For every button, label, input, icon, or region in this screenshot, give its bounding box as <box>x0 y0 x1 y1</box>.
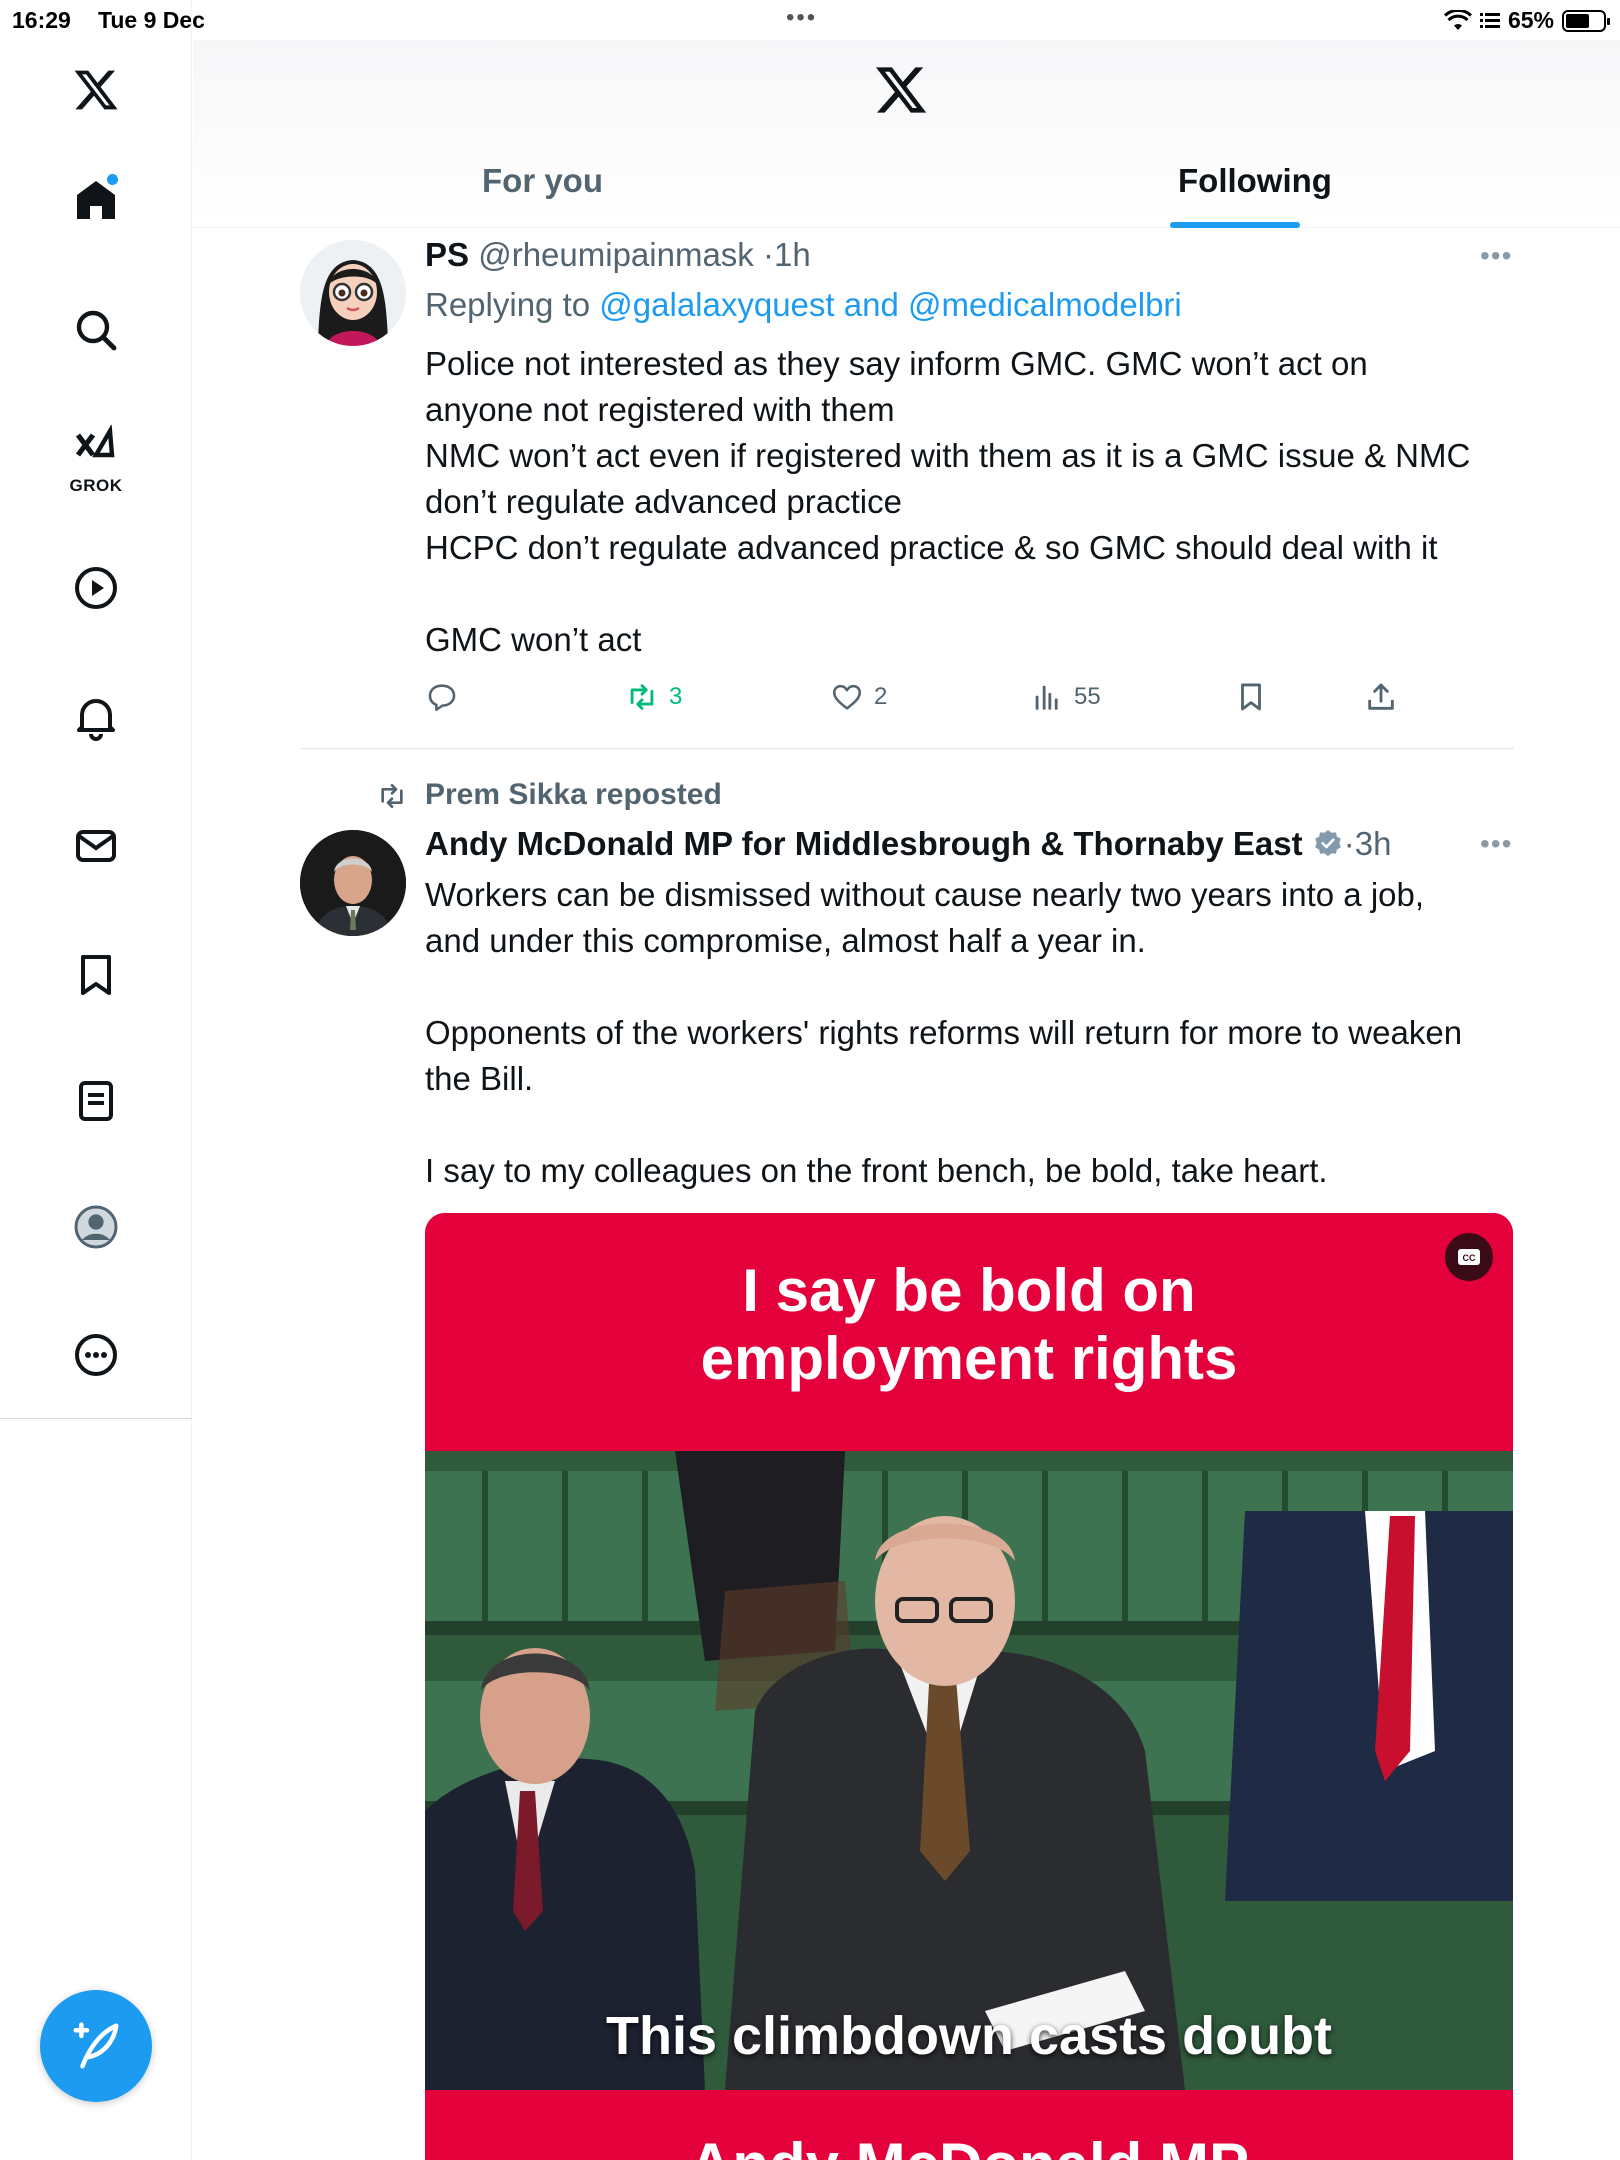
bookmark-button[interactable] <box>1234 680 1268 714</box>
captions-button[interactable]: CC <box>1445 1233 1493 1281</box>
retweet-icon <box>630 684 654 710</box>
reply-button[interactable] <box>425 680 469 714</box>
tab-for-you[interactable]: For you <box>482 162 603 200</box>
status-right: 65% <box>1443 7 1610 34</box>
more-options-icon[interactable]: ••• <box>1480 828 1512 860</box>
lists-icon[interactable] <box>65 1070 127 1132</box>
replying-handles[interactable]: @galalaxyquest and @medicalmodelbri <box>599 286 1181 323</box>
x-logo-icon[interactable] <box>65 59 127 121</box>
tweet-time[interactable]: 3h <box>1355 825 1392 862</box>
views-count: 55 <box>1074 683 1101 710</box>
share-button[interactable] <box>1364 680 1398 714</box>
more-icon[interactable] <box>65 1324 127 1386</box>
replying-prefix: Replying to <box>425 286 591 323</box>
video-headline-line: employment rights <box>700 1325 1238 1392</box>
dot-separator: · <box>1343 825 1355 862</box>
sidebar: GROK <box>0 0 192 2160</box>
tweet-text-blank <box>425 1102 1525 1148</box>
wifi-icon <box>1443 9 1472 30</box>
grok-icon[interactable] <box>65 418 127 480</box>
video-headline: I say be bold on employment rights <box>425 1257 1513 1393</box>
tweet-separator <box>300 748 1514 749</box>
tweet-header: PS @rheumipainmask ·1h <box>425 236 811 274</box>
share-icon <box>1368 683 1394 710</box>
retweet-button[interactable]: 3 <box>625 680 682 714</box>
tweet-text-line: I say to my colleagues on the front benc… <box>425 1152 1328 1189</box>
repost-icon <box>376 780 408 817</box>
battery-icon <box>1562 9 1610 32</box>
video-caption: This climbdown casts doubt <box>605 2006 1333 2066</box>
dot-separator: · <box>762 236 774 273</box>
home-notification-dot <box>107 174 118 185</box>
tweet-text-line: GMC won’t act <box>425 621 642 658</box>
orientation-lock-icon <box>1479 12 1500 28</box>
reply-icon <box>428 684 456 712</box>
timeline-header: For you Following <box>193 40 1620 228</box>
battery-fill <box>1566 13 1589 28</box>
replying-to: Replying to @galalaxyquest and @medicalm… <box>425 286 1182 324</box>
compose-icon <box>73 2022 119 2069</box>
tweet-header: Andy McDonald MP for Middlesbrough & Tho… <box>425 825 1391 863</box>
tweet-text-line: the Bill. <box>425 1060 534 1097</box>
like-button[interactable]: 2 <box>830 680 887 714</box>
tweet-text-line: Opponents of the workers' rights reforms… <box>425 1014 1463 1051</box>
verified-badge-icon <box>1314 830 1341 857</box>
compose-button[interactable] <box>40 1990 152 2102</box>
tweet-time[interactable]: 1h <box>774 236 811 273</box>
views-button[interactable]: 55 <box>1030 680 1101 714</box>
avatar[interactable] <box>300 240 406 346</box>
author-name[interactable]: Andy McDonald MP for Middlesbrough & Tho… <box>425 825 1303 862</box>
like-count: 2 <box>874 683 888 710</box>
video-icon[interactable] <box>65 557 127 619</box>
more-options-icon[interactable]: ••• <box>1480 240 1512 272</box>
author-name[interactable]: PS <box>425 236 469 273</box>
tweet-text-blank <box>425 571 1525 617</box>
tab-following[interactable]: Following <box>1178 162 1332 200</box>
video-bottom-text: Andy McDonald MP <box>425 2130 1513 2160</box>
tweet-text: Workers can be dismissed without cause n… <box>425 872 1525 1194</box>
video-frame <box>425 1451 1513 2090</box>
battery-percent: 65% <box>1507 7 1554 33</box>
tweet-text-line: Workers can be dismissed without cause n… <box>425 876 1425 913</box>
tweet-text-line: Police not interested as they say inform… <box>425 345 1368 382</box>
avatar[interactable] <box>300 830 406 936</box>
grok-label: GROK <box>69 476 123 495</box>
status-bar: 16:29 Tue 9 Dec ••• 65% <box>0 0 1620 40</box>
sidebar-divider <box>0 1418 192 1419</box>
cc-icon: CC <box>1458 1249 1480 1265</box>
cc-label: CC <box>1463 1253 1476 1263</box>
video-media[interactable]: I say be bold on employment rights CC Th… <box>425 1213 1513 2160</box>
x-logo-icon[interactable] <box>873 62 929 118</box>
multitasking-dots-icon[interactable]: ••• <box>786 4 817 32</box>
tweet-text: Police not interested as they say inform… <box>425 341 1525 663</box>
mail-icon[interactable] <box>65 815 127 877</box>
video-headline-line: I say be bold on <box>742 1257 1196 1324</box>
active-tab-indicator <box>1170 222 1300 228</box>
tweet-text-line: and under this compromise, almost half a… <box>425 922 1146 959</box>
video-bottom-band: Andy McDonald MP <box>425 2090 1513 2160</box>
profile-icon[interactable] <box>65 1196 127 1258</box>
heart-icon <box>832 684 862 710</box>
views-icon <box>1035 685 1058 710</box>
search-icon[interactable] <box>65 299 127 361</box>
tweet-text-line: NMC won’t act even if registered with th… <box>425 437 1471 474</box>
repost-label[interactable]: Prem Sikka reposted <box>425 778 722 812</box>
bell-icon[interactable] <box>65 686 127 748</box>
tweet-text-line: HCPC don’t regulate advanced practice & … <box>425 529 1438 566</box>
retweet-count: 3 <box>669 683 683 710</box>
tweet-text-line: anyone not registered with them <box>425 391 895 428</box>
bookmark-icon <box>1241 683 1261 711</box>
author-handle[interactable]: @rheumipainmask <box>478 236 754 273</box>
bookmark-icon[interactable] <box>65 944 127 1006</box>
tweet-text-line: don’t regulate advanced practice <box>425 483 902 520</box>
tweet-text-blank <box>425 964 1525 1010</box>
